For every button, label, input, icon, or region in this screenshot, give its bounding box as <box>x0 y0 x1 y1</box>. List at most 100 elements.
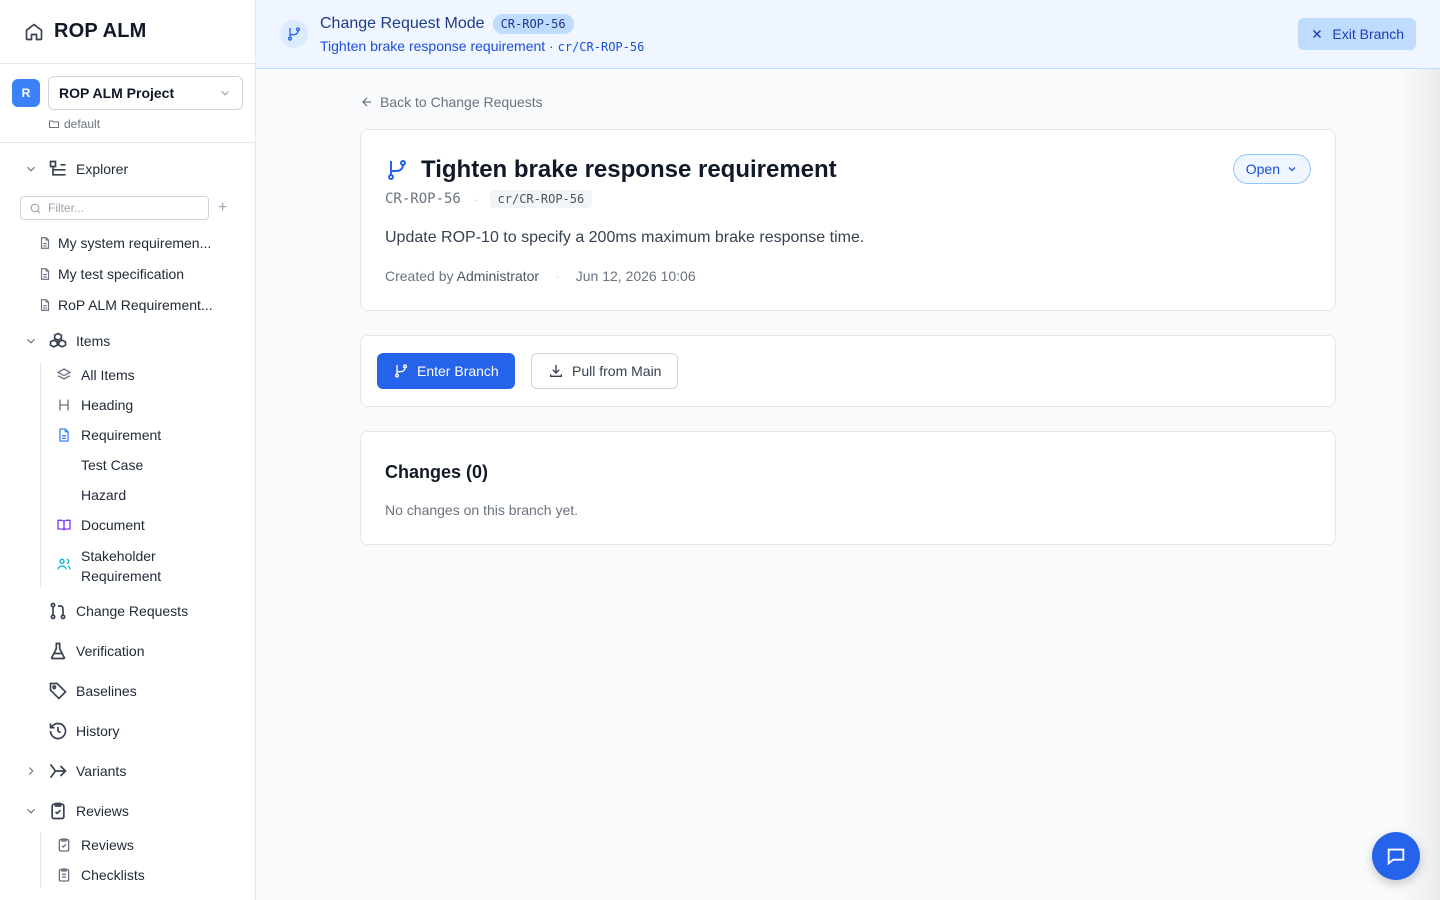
pull-from-main-label: Pull from Main <box>572 363 662 379</box>
explorer-section-header[interactable]: Explorer <box>0 149 255 189</box>
chevron-down-icon <box>218 86 232 100</box>
item-type-stakeholder-requirement[interactable]: Stakeholder Requirement <box>56 546 191 586</box>
nav-label: Checklists <box>81 867 145 883</box>
exit-branch-label: Exit Branch <box>1332 26 1404 42</box>
nav-change-requests[interactable]: Change Requests <box>0 591 255 631</box>
explorer-filter-input[interactable]: Filter... <box>20 196 209 220</box>
changes-title: Changes (0) <box>385 462 489 482</box>
nav-checklists[interactable]: Checklists <box>56 866 145 884</box>
banner-separator: · <box>545 38 558 54</box>
nav-reviews-list[interactable]: Reviews <box>56 836 134 854</box>
file-text-icon <box>56 427 72 443</box>
separator-dot: · <box>472 191 478 207</box>
change-request-details-card: Tighten brake response requirement Open … <box>360 129 1336 311</box>
download-icon <box>548 363 564 379</box>
blank-icon <box>56 487 72 503</box>
project-name: ROP ALM Project <box>59 85 175 101</box>
exit-branch-button[interactable]: Exit Branch <box>1298 18 1416 50</box>
item-type-hazard[interactable]: Hazard <box>56 486 126 504</box>
change-request-mode-banner: Change Request Mode CR-ROP-56 Tighten br… <box>256 0 1440 69</box>
item-type-label: Hazard <box>81 487 127 503</box>
nav-label: Reviews <box>76 803 129 819</box>
banner-title-text: Change Request Mode <box>320 15 485 32</box>
sidebar: ROP ALM R ROP ALM Project default Explor… <box>0 0 256 900</box>
folder-icon <box>48 118 60 130</box>
item-type-requirement[interactable]: Requirement <box>56 426 161 444</box>
item-type-label: Requirement <box>81 427 162 443</box>
message-square-icon <box>1385 845 1407 867</box>
document-label: My system requiremen... <box>58 234 212 251</box>
explorer-document-item[interactable]: RoP ALM Requirement... <box>38 289 228 320</box>
pull-from-main-button[interactable]: Pull from Main <box>531 353 679 389</box>
cr-id-badge: CR-ROP-56 <box>492 14 574 34</box>
explorer-document-item[interactable]: My system requiremen... <box>38 227 228 258</box>
project-selector-area: R ROP ALM Project default <box>0 64 255 143</box>
nav-label: History <box>76 723 120 739</box>
explorer-label: Explorer <box>76 161 129 177</box>
status-dropdown[interactable]: Open <box>1232 154 1311 184</box>
nav-label: Change Requests <box>76 603 189 619</box>
split-icon <box>48 761 68 781</box>
item-type-all-items[interactable]: All Items <box>56 366 135 384</box>
project-avatar: R <box>12 79 40 107</box>
nav-verification[interactable]: Verification <box>0 631 255 671</box>
item-type-label: Heading <box>81 397 134 413</box>
project-select[interactable]: ROP ALM Project <box>48 76 243 110</box>
git-branch-icon <box>385 158 409 182</box>
nav-variants[interactable]: Variants <box>0 751 255 791</box>
history-icon <box>48 721 68 741</box>
nav-label: Reviews <box>81 837 134 853</box>
item-type-document[interactable]: Document <box>56 516 145 534</box>
git-branch-icon <box>280 20 308 48</box>
document-label: My test specification <box>58 265 185 282</box>
back-to-change-requests-link[interactable]: Back to Change Requests <box>360 94 543 110</box>
right-edge-shadow <box>1400 69 1440 900</box>
chevron-down-icon[interactable] <box>24 162 38 176</box>
reviews-tree-line <box>40 832 41 888</box>
cr-meta: CR-ROP-56 · cr/CR-ROP-56 <box>385 190 593 208</box>
item-type-test-case[interactable]: Test Case <box>56 456 143 474</box>
app-title: ROP ALM <box>54 20 147 42</box>
item-type-heading[interactable]: Heading <box>56 396 133 414</box>
flask-icon <box>48 641 68 661</box>
status-label: Open <box>1245 161 1280 177</box>
nav-baselines[interactable]: Baselines <box>0 671 255 711</box>
boxes-icon <box>48 331 68 351</box>
enter-branch-button[interactable]: Enter Branch <box>377 353 515 389</box>
back-link-label: Back to Change Requests <box>380 94 543 110</box>
created-by-user: Administrator <box>456 268 540 284</box>
chevron-down-icon[interactable] <box>24 804 38 818</box>
cr-title-row: Tighten brake response requirement <box>385 156 837 184</box>
created-by: Created by Administrator <box>385 268 539 284</box>
clipboard-list-icon <box>56 867 72 883</box>
nav-history[interactable]: History <box>0 711 255 751</box>
clipboard-icon <box>56 837 72 853</box>
items-tree-line <box>40 362 41 588</box>
nav-label: Verification <box>76 643 145 659</box>
chevron-right-icon[interactable] <box>24 764 38 778</box>
chevron-down-icon[interactable] <box>24 334 38 348</box>
file-icon <box>38 236 52 250</box>
chevron-down-icon <box>1286 163 1298 175</box>
close-icon <box>1310 27 1324 41</box>
items-section-header[interactable]: Items <box>0 321 255 361</box>
tag-icon <box>48 681 68 701</box>
add-icon[interactable]: + <box>218 198 230 218</box>
brand[interactable]: ROP ALM <box>0 0 255 64</box>
item-type-label: Test Case <box>81 457 144 473</box>
project-folder[interactable]: default <box>48 117 100 131</box>
explorer-document-item[interactable]: My test specification <box>38 258 228 289</box>
filter-placeholder: Filter... <box>48 201 85 215</box>
banner-branch: cr/CR-ROP-56 <box>557 40 645 54</box>
separator-dot: · <box>555 268 560 284</box>
users-icon <box>56 556 72 572</box>
nav-label: Baselines <box>76 683 137 699</box>
item-type-label: Document <box>81 517 145 533</box>
search-icon <box>29 202 42 215</box>
chat-button[interactable] <box>1372 832 1420 880</box>
nav-label: Variants <box>76 763 127 779</box>
git-pull-request-icon <box>48 601 68 621</box>
file-icon <box>38 298 52 312</box>
nav-reviews[interactable]: Reviews <box>0 791 255 831</box>
document-label: RoP ALM Requirement... <box>58 296 213 313</box>
